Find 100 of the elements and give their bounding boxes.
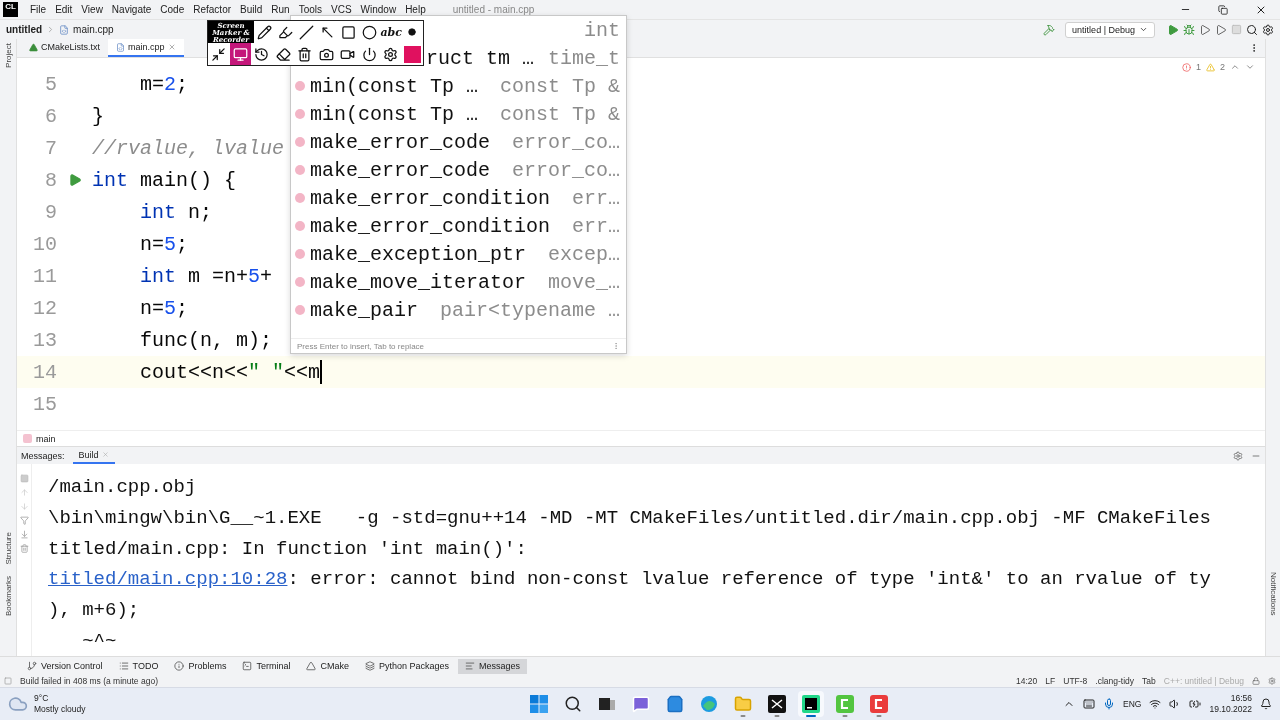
output-line: /main.cpp.obj <box>48 475 198 501</box>
run-icon[interactable] <box>67 173 82 187</box>
history-icon <box>254 46 270 62</box>
code-line: n=5; <box>139 296 189 320</box>
menu-item[interactable]: Edit <box>55 4 73 15</box>
trash-icon <box>297 46 313 62</box>
status-message: Build failed in 408 ms (a minute ago) <box>20 676 158 686</box>
menu-item[interactable]: Window <box>360 4 397 15</box>
menu-item[interactable]: VCS <box>331 4 352 15</box>
side-tool-tab[interactable]: Bookmarks <box>3 576 13 616</box>
weather-description: Mostly cloudy <box>34 704 86 715</box>
completion-name[interactable]: make_error_condition <box>310 214 551 238</box>
language-indicator[interactable]: ENG <box>1123 699 1142 709</box>
completion-name[interactable]: min(const Tp … <box>310 74 479 98</box>
tool-window-tab[interactable]: CMake <box>299 658 356 674</box>
file-link[interactable]: titled/main.cpp:10:28 <box>48 568 288 591</box>
completion-name[interactable]: make_error_code <box>310 130 491 154</box>
camera-icon <box>318 46 334 62</box>
breadcrumb-item[interactable]: main <box>36 433 56 444</box>
method-icon <box>295 137 305 147</box>
export-icon <box>19 530 29 539</box>
completion-type: err… <box>572 214 620 238</box>
layers-icon <box>364 661 375 671</box>
completion-name[interactable]: make_error_code <box>310 158 491 182</box>
status-item[interactable]: .clang-tidy <box>1095 676 1135 686</box>
completion-name[interactable]: min(const Tp … <box>310 102 479 126</box>
menu-item[interactable]: Refactor <box>193 4 232 15</box>
status-item[interactable]: 14:20 <box>1016 676 1038 686</box>
tool-window-tab[interactable]: Terminal <box>235 658 298 674</box>
side-tool-tab[interactable]: Structure <box>3 531 13 564</box>
info-icon <box>174 661 185 671</box>
completion-name[interactable]: make_exception_ptr <box>310 242 527 266</box>
menu-item[interactable]: Navigate <box>111 4 152 15</box>
output-line: titled/main.cpp: In function 'int main()': <box>48 536 528 562</box>
line-icon <box>299 24 315 40</box>
completion-type: const Tp & <box>499 74 620 98</box>
chat-icon <box>632 695 651 713</box>
close-icon <box>167 43 176 51</box>
taskbar-app[interactable] <box>798 691 825 717</box>
status-icon <box>4 677 12 685</box>
breadcrumb-item[interactable]: untitled <box>6 24 43 35</box>
status-item[interactable]: LF <box>1045 676 1056 686</box>
text-tool[interactable]: abc <box>380 21 402 43</box>
menu-item[interactable]: View <box>81 4 103 15</box>
completion-name[interactable]: make_pair <box>310 298 419 322</box>
code-line: cout<<n<<" "<<m <box>139 360 323 384</box>
app-logo: CL <box>3 2 18 17</box>
completion-name[interactable]: make_error_condition <box>310 186 551 210</box>
menu-item[interactable]: Run <box>271 4 290 15</box>
menu-item[interactable]: Tools <box>298 4 322 15</box>
search-icon <box>1246 23 1258 36</box>
warning-icon <box>1206 62 1215 72</box>
panel-label: Messages: <box>21 450 65 461</box>
method-icon <box>295 165 305 175</box>
function-icon <box>23 434 32 443</box>
editor-tab[interactable]: main.cpp <box>108 39 184 57</box>
line-number: 7 <box>44 136 57 160</box>
coverage-icon <box>1199 23 1211 36</box>
terminal-icon <box>242 661 253 671</box>
method-icon <box>295 305 305 315</box>
menu-item[interactable]: Help <box>405 4 426 15</box>
run-icon <box>1167 23 1179 36</box>
editor-tab[interactable]: CMakeLists.txt <box>21 39 108 57</box>
highlighter-icon <box>278 24 294 40</box>
tool-window-tab[interactable]: TODO <box>111 658 166 674</box>
line-number: 5 <box>44 72 57 96</box>
menu-item[interactable]: Code <box>160 4 185 15</box>
battery-icon <box>1189 698 1202 710</box>
ide-app-icon <box>802 695 821 713</box>
task-view-icon <box>598 695 617 713</box>
notification-icon <box>1260 698 1272 710</box>
breadcrumb-item[interactable]: main.cpp <box>73 24 114 35</box>
status-item[interactable]: Tab <box>1142 676 1156 686</box>
line-number: 13 <box>32 328 57 352</box>
side-tool-tab[interactable]: Notifications <box>1268 572 1278 616</box>
side-tool-tab[interactable]: Project <box>3 43 13 68</box>
run-configuration-dropdown[interactable]: untitled | Debug <box>1065 21 1155 38</box>
menu-item[interactable]: Build <box>240 4 263 15</box>
clock-time: 16:56 <box>1230 693 1252 704</box>
code-line: } <box>92 104 104 128</box>
method-icon <box>295 249 305 259</box>
up-icon <box>1230 62 1240 72</box>
keyboard-icon <box>1083 698 1096 710</box>
collapse-icon <box>211 46 227 62</box>
tool-window-tab[interactable]: Python Packages <box>357 658 456 674</box>
c-app-icon <box>870 695 889 713</box>
tool-window-tab[interactable]: Problems <box>167 658 234 674</box>
more-icon <box>612 342 620 350</box>
warning-count: 2 <box>1220 62 1225 72</box>
down-arrow-icon <box>19 502 29 511</box>
tool-window-tab[interactable]: Version Control <box>20 658 110 674</box>
status-item[interactable]: UTF-8 <box>1063 676 1088 686</box>
windows-icon <box>530 695 549 713</box>
tool-window-tab[interactable]: Messages <box>458 658 527 674</box>
completion-type: error_co… <box>511 158 620 182</box>
completion-name[interactable]: make_move_iterator <box>310 270 527 294</box>
menu-item[interactable]: File <box>30 4 47 15</box>
line-number: 12 <box>32 296 57 320</box>
method-icon <box>295 81 305 91</box>
method-icon <box>295 221 305 231</box>
